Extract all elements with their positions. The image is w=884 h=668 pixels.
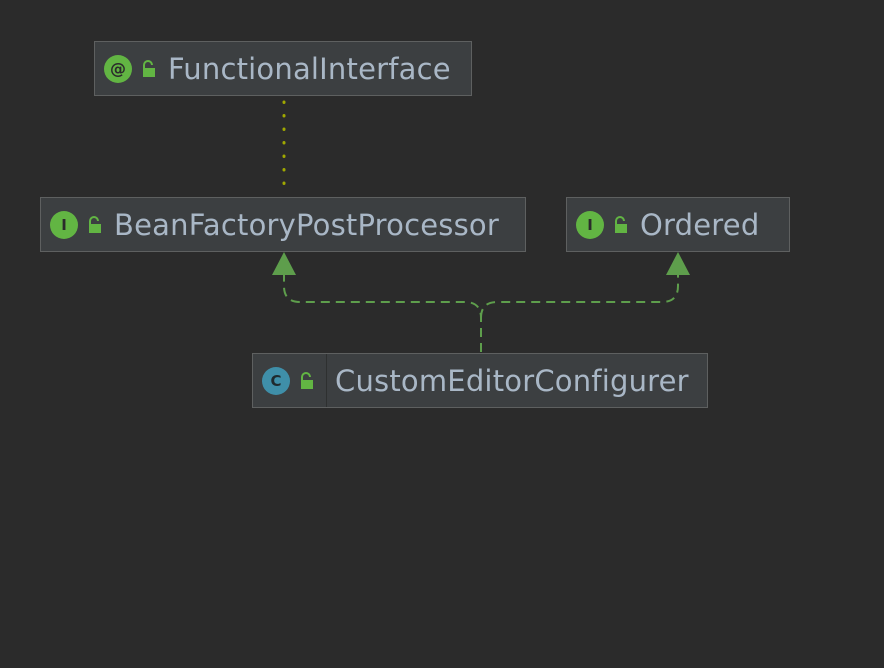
node-label: CustomEditorConfigurer: [335, 363, 689, 398]
node-label: BeanFactoryPostProcessor: [114, 207, 499, 242]
unlocked-icon: [301, 371, 313, 389]
node-bean-factory-post-processor[interactable]: I BeanFactoryPostProcessor: [40, 197, 526, 252]
node-icons: I: [567, 198, 640, 251]
node-custom-editor-configurer[interactable]: C CustomEditorConfigurer: [252, 353, 708, 408]
node-label: Ordered: [640, 207, 760, 242]
diagram-edges: [272, 100, 690, 352]
node-icons: C: [253, 354, 327, 407]
arrowhead-bean-factory-post-processor: [272, 252, 296, 275]
arrowhead-ordered: [666, 252, 690, 275]
node-icons: @: [95, 42, 168, 95]
unlocked-icon: [615, 215, 627, 233]
annotation-icon: @: [104, 54, 132, 83]
node-ordered[interactable]: I Ordered: [566, 197, 790, 252]
node-icons: I: [41, 198, 114, 251]
class-icon: C: [262, 366, 290, 395]
interface-icon: I: [576, 210, 604, 239]
unlocked-icon: [89, 215, 101, 233]
edge-implements-ordered: [480, 274, 679, 319]
node-label: FunctionalInterface: [168, 51, 451, 86]
interface-icon: I: [50, 210, 78, 239]
edge-implements-bean-factory-post-processor: [283, 274, 482, 352]
unlocked-icon: [143, 59, 155, 77]
node-functional-interface[interactable]: @ FunctionalInterface: [94, 41, 472, 96]
